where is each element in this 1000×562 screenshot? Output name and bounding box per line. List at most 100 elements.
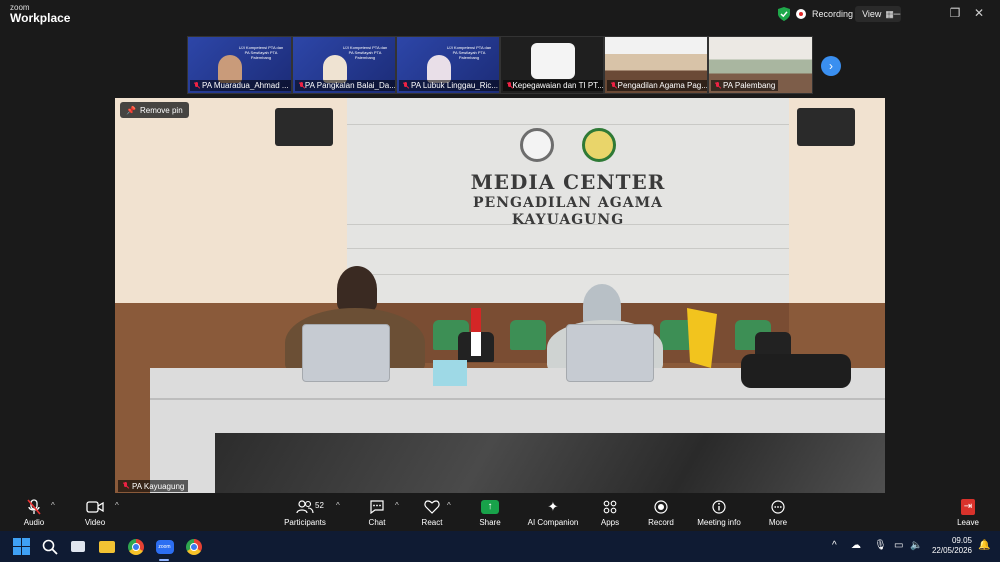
apps-label: Apps	[600, 517, 620, 527]
laptop	[302, 324, 390, 382]
mic-muted-icon	[122, 482, 129, 490]
meeting-info-label: Meeting info	[697, 517, 741, 527]
meeting-info-button[interactable]: Meeting info	[694, 493, 744, 531]
participant-name: PA Palembang	[723, 81, 776, 90]
laptop	[566, 324, 654, 382]
microphone-icon[interactable]: 🎙	[874, 540, 887, 551]
title-bar: zoom Workplace Recording View ▦ – ❐ ✕	[0, 0, 1000, 30]
chat-options-chevron-icon[interactable]: ^	[395, 501, 399, 510]
chevron-right-icon: ›	[829, 59, 833, 73]
volume-icon[interactable]: 🔈	[910, 540, 922, 551]
ai-companion-label: AI Companion	[527, 517, 579, 527]
slide-text: UJI Kompetensi PTA dan PA Sewilayah PTA …	[446, 45, 492, 60]
audio-button[interactable]: Audio	[18, 493, 50, 531]
participant-label: Pengadilan Agama Pag...	[607, 80, 708, 91]
chrome-profile-icon[interactable]	[184, 537, 203, 556]
active-app-indicator	[159, 559, 169, 561]
sign-subtitle: PENGADILAN AGAMA	[473, 195, 663, 211]
show-hidden-icons-chevron-icon[interactable]: ^	[832, 540, 837, 551]
shield-icon	[778, 7, 790, 21]
mic-muted-icon	[402, 81, 409, 90]
meeting-toolbar: Audio ^ Video ^ Participants 52 ^ Chat ^…	[0, 493, 1000, 531]
participant-name: PA Muaradua_Ahmad ...	[202, 81, 289, 90]
audio-label: Audio	[23, 517, 45, 527]
participant-name: Kepegawaian dan TI PT...	[512, 81, 604, 90]
panel-line	[347, 274, 789, 275]
audio-options-chevron-icon[interactable]: ^	[51, 501, 55, 510]
ai-companion-button[interactable]: ✦ AI Companion	[524, 493, 582, 531]
participant-name: Pengadilan Agama Pag...	[617, 81, 708, 90]
video-camera-icon	[86, 498, 104, 516]
participants-button[interactable]: Participants	[282, 493, 328, 531]
react-label: React	[421, 517, 443, 527]
next-page-button[interactable]: ›	[821, 56, 841, 76]
participant-tile[interactable]: PA Palembang	[708, 36, 813, 94]
record-dot-icon	[796, 9, 806, 19]
video-button[interactable]: Video	[80, 493, 110, 531]
mic-muted-icon	[193, 81, 200, 90]
react-options-chevron-icon[interactable]: ^	[447, 501, 451, 510]
system-clock[interactable]: 09.05 22/05/2026	[928, 536, 972, 556]
leave-icon: ⇥	[961, 498, 975, 516]
search-icon[interactable]	[40, 537, 59, 556]
remove-pin-label: Remove pin	[139, 105, 183, 115]
react-button[interactable]: React	[418, 493, 446, 531]
display-icon[interactable]: ▭	[894, 540, 903, 551]
participant-avatar	[323, 55, 347, 83]
participant-tile[interactable]: UJI Kompetensi PTA dan PA Sewilayah PTA …	[187, 36, 292, 94]
share-screen-icon: ↑	[481, 498, 499, 516]
bag	[741, 354, 851, 388]
task-view-icon[interactable]	[68, 537, 87, 556]
chair	[510, 320, 546, 350]
chat-icon	[369, 498, 385, 516]
participant-tile[interactable]: Pengadilan Agama Pag...	[604, 36, 708, 94]
more-button[interactable]: More	[764, 493, 792, 531]
participant-tile[interactable]: Kepegawaian dan TI PT...	[500, 36, 604, 94]
chat-button[interactable]: Chat	[362, 493, 392, 531]
participants-count: 52	[315, 501, 324, 510]
recording-indicator[interactable]: Recording	[778, 5, 853, 23]
recording-label: Recording	[812, 9, 854, 19]
main-participant-label: PA Kayuagung	[118, 480, 189, 492]
pin-icon: 📌	[126, 105, 136, 115]
participants-options-chevron-icon[interactable]: ^	[336, 501, 340, 510]
file-explorer-icon[interactable]	[97, 537, 116, 556]
participant-tile[interactable]: UJI Kompetensi PTA dan PA Sewilayah PTA …	[292, 36, 396, 94]
clock-time: 09.05	[951, 536, 972, 545]
main-participant-name: PA Kayuagung	[132, 481, 185, 491]
participants-label: Participants	[284, 517, 326, 527]
desk-edge	[150, 398, 885, 400]
maximize-button[interactable]: ❐	[946, 6, 964, 20]
court-seal-icon	[520, 128, 554, 162]
participant-tile[interactable]: UJI Kompetensi PTA dan PA Sewilayah PTA …	[396, 36, 500, 94]
chat-label: Chat	[368, 517, 386, 527]
participant-label: PA Palembang	[711, 80, 779, 91]
record-icon	[654, 498, 668, 516]
more-label: More	[768, 517, 788, 527]
app-name: Workplace	[10, 11, 71, 25]
notification-bell-icon[interactable]: 🔔	[978, 540, 990, 551]
share-button[interactable]: ↑ Share	[476, 493, 504, 531]
cloud-icon[interactable]: ☁	[851, 540, 861, 551]
windows-start-icon[interactable]	[12, 537, 31, 556]
main-video[interactable]: MEDIA CENTER PENGADILAN AGAMA KAYUAGUNG	[115, 98, 885, 493]
minimize-button[interactable]: –	[888, 6, 906, 20]
slide-text: UJI Kompetensi PTA dan PA Sewilayah PTA …	[342, 45, 388, 60]
info-icon	[712, 498, 726, 516]
person-head	[337, 266, 377, 312]
mic-muted-icon	[298, 81, 303, 90]
zoom-app-icon[interactable]: zoom	[155, 537, 174, 556]
record-button[interactable]: Record	[646, 493, 676, 531]
close-button[interactable]: ✕	[970, 6, 988, 20]
leave-button[interactable]: ⇥ Leave	[955, 493, 981, 531]
windows-taskbar: zoom ^ ☁ 🎙 ▭ 🔈 09.05 22/05/2026 🔔	[0, 531, 1000, 562]
network-graphic-icon	[531, 43, 575, 79]
mic-muted-icon	[610, 81, 616, 90]
chrome-icon[interactable]	[126, 537, 145, 556]
remove-pin-button[interactable]: 📌 Remove pin	[120, 102, 189, 118]
participant-name: PA Pangkalan Balai_Da...	[304, 81, 396, 90]
participant-label: PA Muaradua_Ahmad ...	[190, 80, 291, 91]
apps-button[interactable]: Apps	[596, 493, 624, 531]
video-options-chevron-icon[interactable]: ^	[115, 501, 119, 510]
participant-avatar	[427, 55, 451, 83]
